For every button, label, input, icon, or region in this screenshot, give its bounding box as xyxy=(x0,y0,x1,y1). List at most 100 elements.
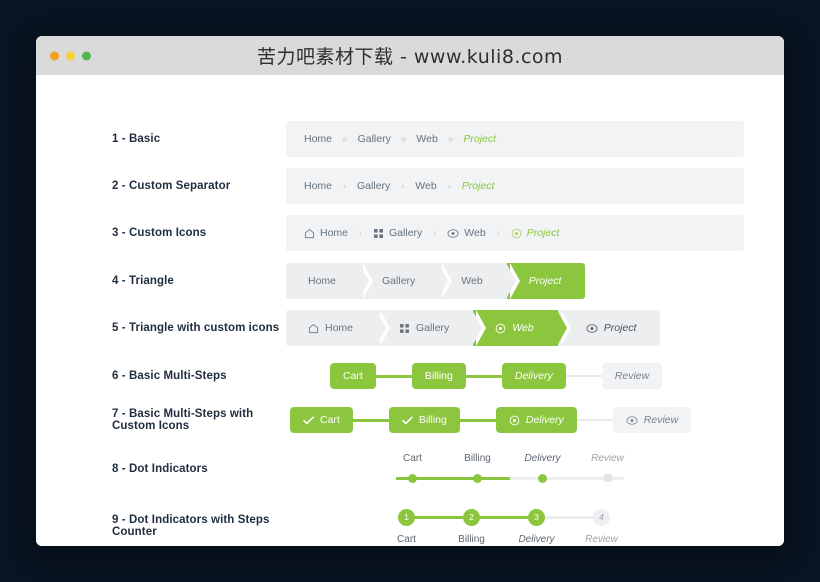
dot-label-row: Cart Billing Delivery Review xyxy=(380,453,640,464)
counter-review[interactable]: 4 xyxy=(569,508,634,526)
check-icon xyxy=(303,415,314,425)
breadcrumb-item-project[interactable]: Project xyxy=(557,310,661,346)
dot-delivery[interactable] xyxy=(510,473,575,483)
row-demo: Cart Billing Delivery Review xyxy=(286,407,784,433)
step-connector xyxy=(459,418,496,422)
breadcrumb-label: Web xyxy=(512,322,534,334)
breadcrumb-item-project[interactable]: Project xyxy=(462,180,495,192)
breadcrumb-item-home[interactable]: Home xyxy=(286,310,391,346)
breadcrumb-item-home[interactable]: Home xyxy=(304,227,348,239)
breadcrumb-item-gallery[interactable]: Gallery xyxy=(357,180,390,192)
counter-delivery[interactable]: 3 xyxy=(504,508,569,526)
step-cart[interactable]: Cart xyxy=(330,363,376,389)
breadcrumb-separator: › xyxy=(359,228,363,238)
close-light[interactable] xyxy=(50,51,59,60)
grid-icon xyxy=(373,228,384,239)
demo-row-dot-indicators: 8 - Dot Indicators Cart Billing Delivery… xyxy=(36,453,784,485)
step-delivery[interactable]: Delivery xyxy=(495,407,577,433)
breadcrumb-custom-icons: Home › Gallery › Web › Project xyxy=(286,215,744,251)
row-label: 5 - Triangle with custom icons xyxy=(112,322,280,334)
maximize-light[interactable] xyxy=(82,51,91,60)
breadcrumb-label: Project xyxy=(461,180,495,192)
window-title: 苦力吧素材下载 - www.kuli8.com xyxy=(256,46,564,68)
row-label: 7 - Basic Multi-Steps with Custom Icons xyxy=(112,408,254,432)
counter-cart[interactable]: 1 xyxy=(374,508,439,526)
breadcrumb-basic: Home » Gallery » Web » Project xyxy=(286,121,744,157)
step-review[interactable]: Review xyxy=(612,407,692,433)
demo-row-multi-steps: 6 - Basic Multi-Steps Cart Billing Deliv… xyxy=(36,363,784,389)
breadcrumb-item-home[interactable]: Home xyxy=(304,180,332,192)
breadcrumb-label: Gallery xyxy=(389,227,423,239)
breadcrumb-label: Gallery xyxy=(382,275,416,287)
demo-row-basic: 1 - Basic Home » Gallery » Web » Project xyxy=(36,121,784,157)
breadcrumb-item-web[interactable]: Web xyxy=(416,133,437,145)
page-content: 1 - Basic Home » Gallery » Web » Project… xyxy=(36,75,784,546)
grid-icon xyxy=(399,323,410,334)
row-demo: Cart Billing Delivery Review xyxy=(286,453,784,485)
step-connector xyxy=(352,418,389,422)
row-demo: 1 2 3 4 Cart Billing Delivery Review xyxy=(286,507,784,545)
breadcrumb-label: Project xyxy=(603,322,637,334)
breadcrumb-item-home[interactable]: Home xyxy=(286,263,374,299)
breadcrumb-item-home[interactable]: Home xyxy=(304,133,332,145)
breadcrumb-separator: › xyxy=(433,228,437,238)
minimize-light[interactable] xyxy=(66,51,75,60)
home-icon xyxy=(308,323,319,334)
counter-number: 2 xyxy=(463,508,480,526)
step-billing[interactable]: Billing xyxy=(388,407,460,433)
step-label: Delivery xyxy=(514,370,553,382)
browser-window: 苦力吧素材下载 - www.kuli8.com 1 - Basic Home »… xyxy=(36,36,784,546)
step-billing[interactable]: Billing xyxy=(411,363,466,389)
step-label: Review xyxy=(614,370,650,382)
breadcrumb-label: Project xyxy=(463,133,497,145)
counter-billing[interactable]: 2 xyxy=(439,508,504,526)
dot-indicators: Cart Billing Delivery Review xyxy=(380,453,640,485)
demo-row-dot-counter: 9 - Dot Indicators with Steps Counter 1 … xyxy=(36,507,784,545)
breadcrumb-item-gallery[interactable]: Gallery xyxy=(358,133,391,145)
breadcrumb-label: Home xyxy=(304,133,333,145)
breadcrumb-label: Web xyxy=(415,180,437,192)
row-label: 6 - Basic Multi-Steps xyxy=(112,370,227,382)
breadcrumb-item-project[interactable]: Project xyxy=(511,227,559,239)
step-label: Billing xyxy=(418,414,447,426)
demo-row-multi-steps-icons: 7 - Basic Multi-Steps with Custom Icons … xyxy=(36,407,784,433)
breadcrumb-item-web[interactable]: Web xyxy=(415,180,436,192)
check-icon xyxy=(402,415,413,425)
counter-label-cart: Cart xyxy=(397,534,416,545)
window-controls[interactable] xyxy=(50,51,91,60)
breadcrumb-item-gallery[interactable]: Gallery xyxy=(377,310,487,346)
row-demo: Cart Billing Delivery Review xyxy=(286,363,784,389)
dot-billing[interactable] xyxy=(445,473,510,483)
row-label: 8 - Dot Indicators xyxy=(112,463,208,475)
breadcrumb-item-web[interactable]: Web xyxy=(447,227,486,239)
breadcrumb-label: Web xyxy=(464,227,486,239)
demo-row-custom-icons: 3 - Custom Icons Home › Gallery › Web › … xyxy=(36,215,784,251)
breadcrumb-separator: » xyxy=(342,133,348,145)
breadcrumb-label: Gallery xyxy=(357,180,391,192)
breadcrumb-label: Web xyxy=(416,133,438,145)
demo-row-triangle: 4 - Triangle Home Gallery Web Project xyxy=(36,263,784,299)
dot-cart[interactable] xyxy=(380,473,445,483)
dot-label-cart: Cart xyxy=(403,453,422,464)
step-label: Cart xyxy=(343,370,363,382)
breadcrumb-label: Project xyxy=(528,275,562,287)
step-connector xyxy=(565,375,602,377)
row-label: 1 - Basic xyxy=(112,133,161,145)
home-icon xyxy=(304,228,315,239)
row-demo: Home › Gallery › Web › Project xyxy=(286,168,784,204)
target-icon xyxy=(495,323,506,334)
breadcrumb-label: Web xyxy=(461,275,483,287)
breadcrumb-item-project[interactable]: Project xyxy=(463,133,496,145)
breadcrumb-separator: › xyxy=(343,181,347,191)
counter-number: 1 xyxy=(398,508,415,526)
dot-review[interactable] xyxy=(575,474,640,482)
breadcrumb-separator: › xyxy=(401,181,405,191)
breadcrumb-item-gallery[interactable]: Gallery xyxy=(373,227,422,239)
step-label: Delivery xyxy=(525,414,564,426)
step-delivery[interactable]: Delivery xyxy=(501,363,566,389)
step-review[interactable]: Review xyxy=(601,363,663,389)
step-cart[interactable]: Cart xyxy=(290,407,353,433)
counter-number: 3 xyxy=(528,508,545,526)
row-demo: Home » Gallery » Web » Project xyxy=(286,121,784,157)
row-label: 2 - Custom Separator xyxy=(112,180,231,192)
